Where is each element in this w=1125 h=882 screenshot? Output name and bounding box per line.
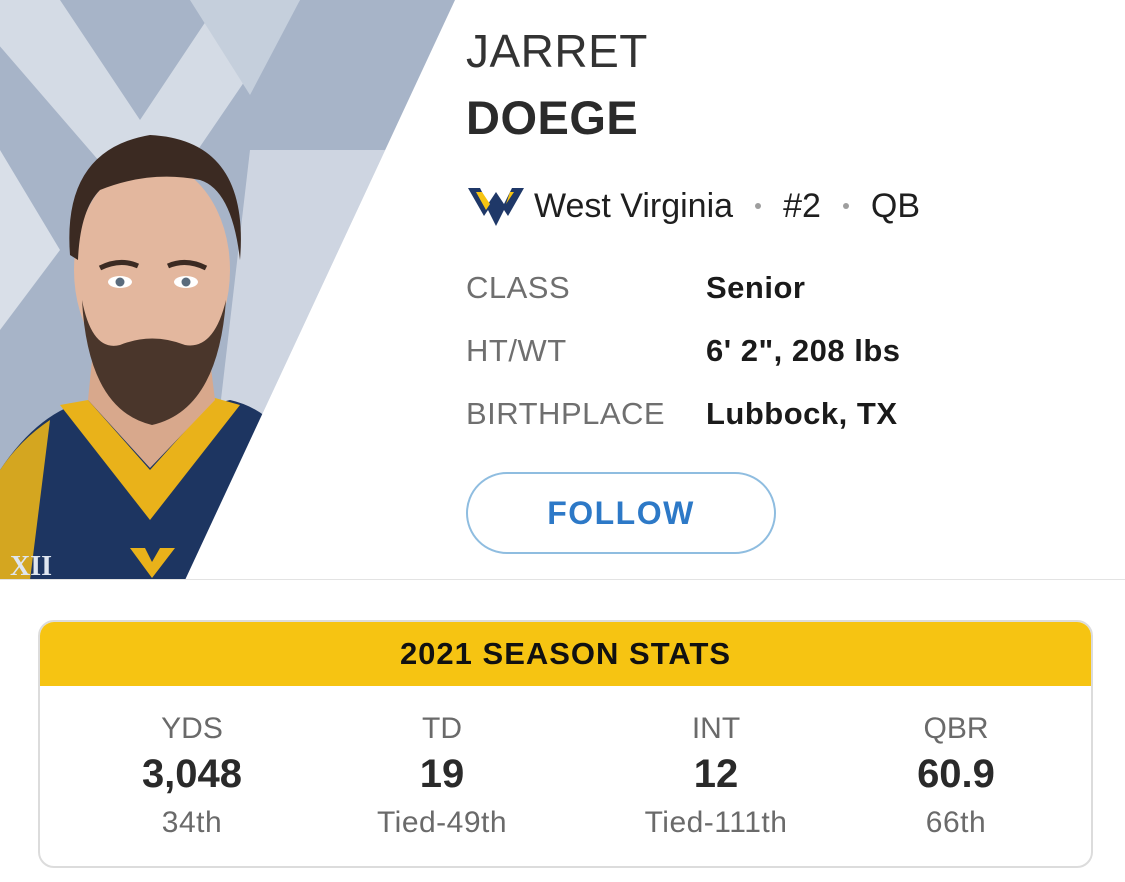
wv-logo-icon[interactable] (466, 176, 526, 236)
team-info: West Virginia #2 QB (466, 176, 920, 236)
bio-label: BIRTHPLACE (466, 396, 666, 431)
stat-value: 60.9 (917, 752, 995, 796)
stat-rank: Tied-49th (376, 806, 508, 839)
stat-label: INT (691, 712, 741, 745)
stat-label: YDS (161, 712, 223, 745)
bio-value: Senior (706, 270, 806, 305)
section-divider (0, 579, 1125, 580)
player-headshot: XII (0, 0, 455, 580)
stat-value: 12 (693, 752, 739, 796)
separator-dot (842, 203, 849, 209)
player-last-name: DOEGE (466, 91, 639, 144)
stats-title: 2021 SEASON STATS (40, 622, 1091, 686)
season-stats-card: 2021 SEASON STATS YDS 3,048 34th TD 19 T… (38, 620, 1093, 868)
team-name-link[interactable]: West Virginia (534, 187, 733, 226)
player-first-name: JARRET (466, 25, 648, 77)
stats-grid: YDS 3,048 34th TD 19 Tied-49th INT 12 Ti… (40, 686, 1091, 866)
bio-label: CLASS (466, 270, 571, 305)
stat-value: 19 (419, 752, 465, 796)
stat-rank: 34th (161, 806, 223, 839)
player-header: XII JARRET DOEGE West Virginia #2 QB CLA… (0, 0, 1125, 580)
separator-dot (755, 203, 762, 209)
stat-label: TD (422, 712, 462, 745)
bio-label: HT/WT (466, 333, 567, 368)
bio-value: Lubbock, TX (706, 396, 898, 431)
stat-rank: 66th (925, 806, 987, 839)
follow-button[interactable]: FOLLOW (466, 472, 776, 554)
bio-value: 6' 2", 208 lbs (706, 333, 901, 368)
jersey-number: #2 (783, 186, 821, 225)
stat-rank: Tied-111th (644, 806, 788, 839)
stat-value: 3,048 (141, 752, 243, 796)
stat-label: QBR (923, 712, 989, 745)
svg-text:XII: XII (10, 551, 52, 580)
player-position: QB (870, 186, 921, 225)
